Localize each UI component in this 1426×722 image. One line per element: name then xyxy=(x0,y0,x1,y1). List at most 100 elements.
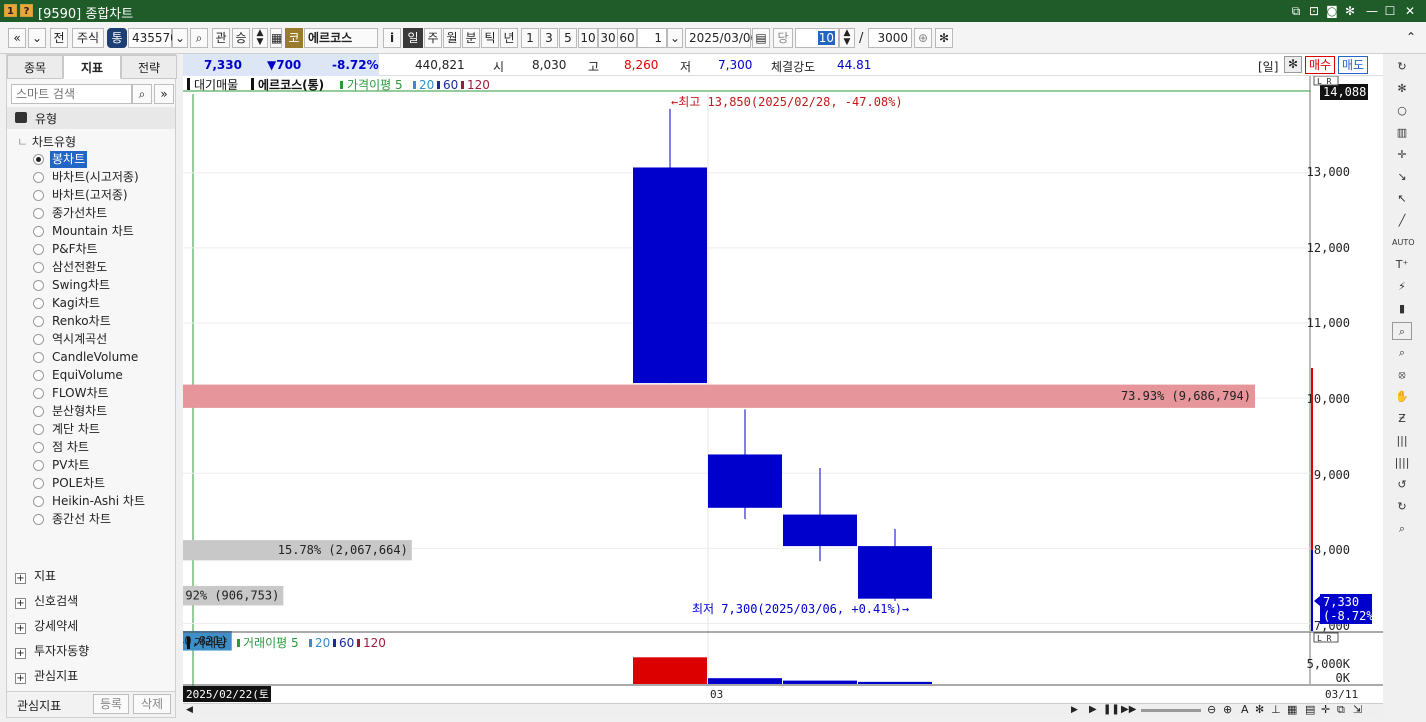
radio-icon[interactable] xyxy=(33,514,44,525)
radio-icon[interactable] xyxy=(33,388,44,399)
chart-settings-icon[interactable]: ✻ xyxy=(1284,56,1302,73)
stamp-icon[interactable]: ⊥ xyxy=(1271,703,1281,716)
radio-icon[interactable] xyxy=(33,406,44,417)
expand-icon[interactable]: » xyxy=(154,84,174,104)
pin-icon[interactable]: ⧉ xyxy=(1288,3,1304,19)
help-badge[interactable]: ? xyxy=(20,4,33,17)
refresh-icon[interactable]: ↻ xyxy=(1392,58,1412,76)
bottom-settings-icon[interactable]: ✻ xyxy=(1255,703,1264,716)
count-input[interactable]: 10 xyxy=(795,28,839,48)
legend-ma20[interactable]: 20 xyxy=(419,78,434,92)
restore-icon[interactable]: ⧉ xyxy=(1337,703,1345,717)
radio-icon[interactable] xyxy=(33,280,44,291)
group-indicator[interactable]: + 지표 xyxy=(15,567,56,585)
jeon-button[interactable]: 전 xyxy=(50,28,68,48)
chart-area[interactable]: 73.93% (9,686,794) 15.78% (2,067,664) 6.92… xyxy=(183,76,1383,716)
date-input[interactable]: 2025/03/06 xyxy=(685,28,758,48)
legend-vol-ma60[interactable]: 60 xyxy=(339,636,354,650)
tab-indicator[interactable]: 지표 xyxy=(63,55,121,79)
search-tool-icon[interactable]: ⌕ xyxy=(1392,344,1412,362)
count-spinner[interactable]: ▲ ▼ xyxy=(839,28,855,48)
radio-icon[interactable] xyxy=(33,334,44,345)
interval-1-button[interactable]: 1 xyxy=(521,28,539,48)
interval-60-button[interactable]: 60 xyxy=(617,28,637,48)
auto-line-icon[interactable]: AUTO xyxy=(1392,234,1415,252)
play-icon[interactable]: ▶ xyxy=(1089,704,1097,715)
buy-button[interactable]: 매수 xyxy=(1305,56,1335,74)
crosshair-icon[interactable]: ✛ xyxy=(1392,146,1412,164)
pause-icon[interactable]: ❚❚ xyxy=(1103,704,1120,715)
line-point-icon[interactable]: ↘ xyxy=(1392,168,1412,186)
sell-button[interactable]: 매도 xyxy=(1338,56,1368,74)
stock-info-button[interactable]: i xyxy=(383,28,401,48)
zigzag-icon[interactable]: Ƶ xyxy=(1392,410,1412,428)
group-strength[interactable]: + 강세약세 xyxy=(15,617,78,635)
register-button[interactable]: 등록 xyxy=(93,694,129,714)
radio-icon[interactable] xyxy=(33,424,44,435)
period-tick-button[interactable]: 틱 xyxy=(481,28,499,48)
legend-stock-name[interactable]: 에르코스(통) xyxy=(258,77,324,92)
interval-10-button[interactable]: 10 xyxy=(578,28,598,48)
radio-icon[interactable] xyxy=(33,496,44,507)
legend-volume[interactable]: 거래량 xyxy=(194,636,227,650)
legend-ma120[interactable]: 120 xyxy=(467,78,490,92)
radio-icon[interactable] xyxy=(33,226,44,237)
scroll-right-icon[interactable]: ▶ xyxy=(1071,705,1078,715)
settings-icon[interactable]: ✻ xyxy=(1342,3,1358,19)
interval-3-button[interactable]: 3 xyxy=(540,28,558,48)
calendar-icon[interactable]: ▤ xyxy=(752,28,770,48)
minimize-icon[interactable]: — xyxy=(1364,3,1380,19)
tab-strategy[interactable]: 전략 xyxy=(121,55,177,79)
prev-stock-button[interactable]: « xyxy=(8,28,26,48)
crosshair-icon[interactable]: ✛ xyxy=(1321,703,1330,716)
radio-icon[interactable] xyxy=(33,370,44,381)
period-year-button[interactable]: 년 xyxy=(500,28,518,48)
grid-icon[interactable]: ▦ xyxy=(270,28,282,48)
camera-icon[interactable]: ◙ xyxy=(1324,3,1340,19)
maximize-icon[interactable]: ☐ xyxy=(1382,3,1398,19)
circle-icon[interactable]: ○ xyxy=(1392,102,1412,120)
undo-icon[interactable]: ↺ xyxy=(1392,476,1412,494)
search-icon[interactable]: ⌕ xyxy=(132,84,152,104)
period-minute-button[interactable]: 분 xyxy=(462,28,480,48)
zoom-in-icon[interactable]: ⊕ xyxy=(1223,703,1232,716)
zoom-in-icon[interactable]: ⊕ xyxy=(914,28,932,48)
hand-icon[interactable]: ✋ xyxy=(1392,388,1412,406)
group-signal-search[interactable]: + 신호검색 xyxy=(15,592,78,610)
zoom-icon[interactable]: ⌕ xyxy=(1392,520,1412,538)
line-segment-icon[interactable]: ↖ xyxy=(1392,190,1412,208)
interval-5-button[interactable]: 5 xyxy=(559,28,577,48)
stock-code-dropdown[interactable]: ⌄ xyxy=(172,28,188,48)
font-icon[interactable]: A xyxy=(1241,703,1249,716)
screen-number-badge[interactable]: 1 xyxy=(4,4,17,17)
chart-scrollbar[interactable]: ◀ ▶ ▶ ❚❚ ▶▶ ⊖ ⊕ A ✻ ⊥ ▦ ▤ ✛ ⧉ ⇲ xyxy=(183,703,1383,717)
search-icon[interactable]: ⌕ xyxy=(190,28,208,48)
period-month-button[interactable]: 월 xyxy=(443,28,461,48)
delete-button[interactable]: 삭제 xyxy=(133,694,171,714)
radio-icon[interactable] xyxy=(33,172,44,183)
magnifier-icon[interactable]: ⌕ xyxy=(1392,322,1412,340)
scroll-left-icon[interactable]: ◀ xyxy=(186,705,193,715)
link-icon[interactable]: ⊡ xyxy=(1306,3,1322,19)
table-icon[interactable]: ▤ xyxy=(1305,703,1315,716)
period-week-button[interactable]: 주 xyxy=(424,28,442,48)
seung-button[interactable]: 승 xyxy=(232,28,250,48)
smart-search-input[interactable] xyxy=(11,84,132,104)
stock-name-field[interactable]: 에르코스 xyxy=(304,28,378,48)
legend-volume-profile[interactable]: 대기매물 xyxy=(194,78,238,92)
redo-icon[interactable]: ↻ xyxy=(1392,498,1412,516)
interval-dropdown[interactable]: ⌄ xyxy=(667,28,683,48)
radio-icon[interactable] xyxy=(33,244,44,255)
group-favorite-indicator[interactable]: + 관심지표 xyxy=(15,667,78,685)
radio-icon[interactable] xyxy=(33,298,44,309)
settings-icon[interactable]: ✻ xyxy=(1392,80,1412,98)
interval-input[interactable]: 1 xyxy=(637,28,667,48)
export-icon[interactable]: ⇲ xyxy=(1353,703,1362,716)
chart-canvas[interactable]: 73.93% (9,686,794) 15.78% (2,067,664) 6.92… xyxy=(183,76,1383,704)
trend-line-icon[interactable]: ╱ xyxy=(1392,212,1412,230)
spin-updown-icon[interactable]: ▲ ▼ xyxy=(252,28,268,48)
period-lines-icon[interactable]: |||| xyxy=(1392,454,1412,472)
gwan-button[interactable]: 관 xyxy=(212,28,230,48)
speed-slider[interactable] xyxy=(1141,709,1201,712)
stock-code-input[interactable]: 435570 xyxy=(128,28,178,48)
